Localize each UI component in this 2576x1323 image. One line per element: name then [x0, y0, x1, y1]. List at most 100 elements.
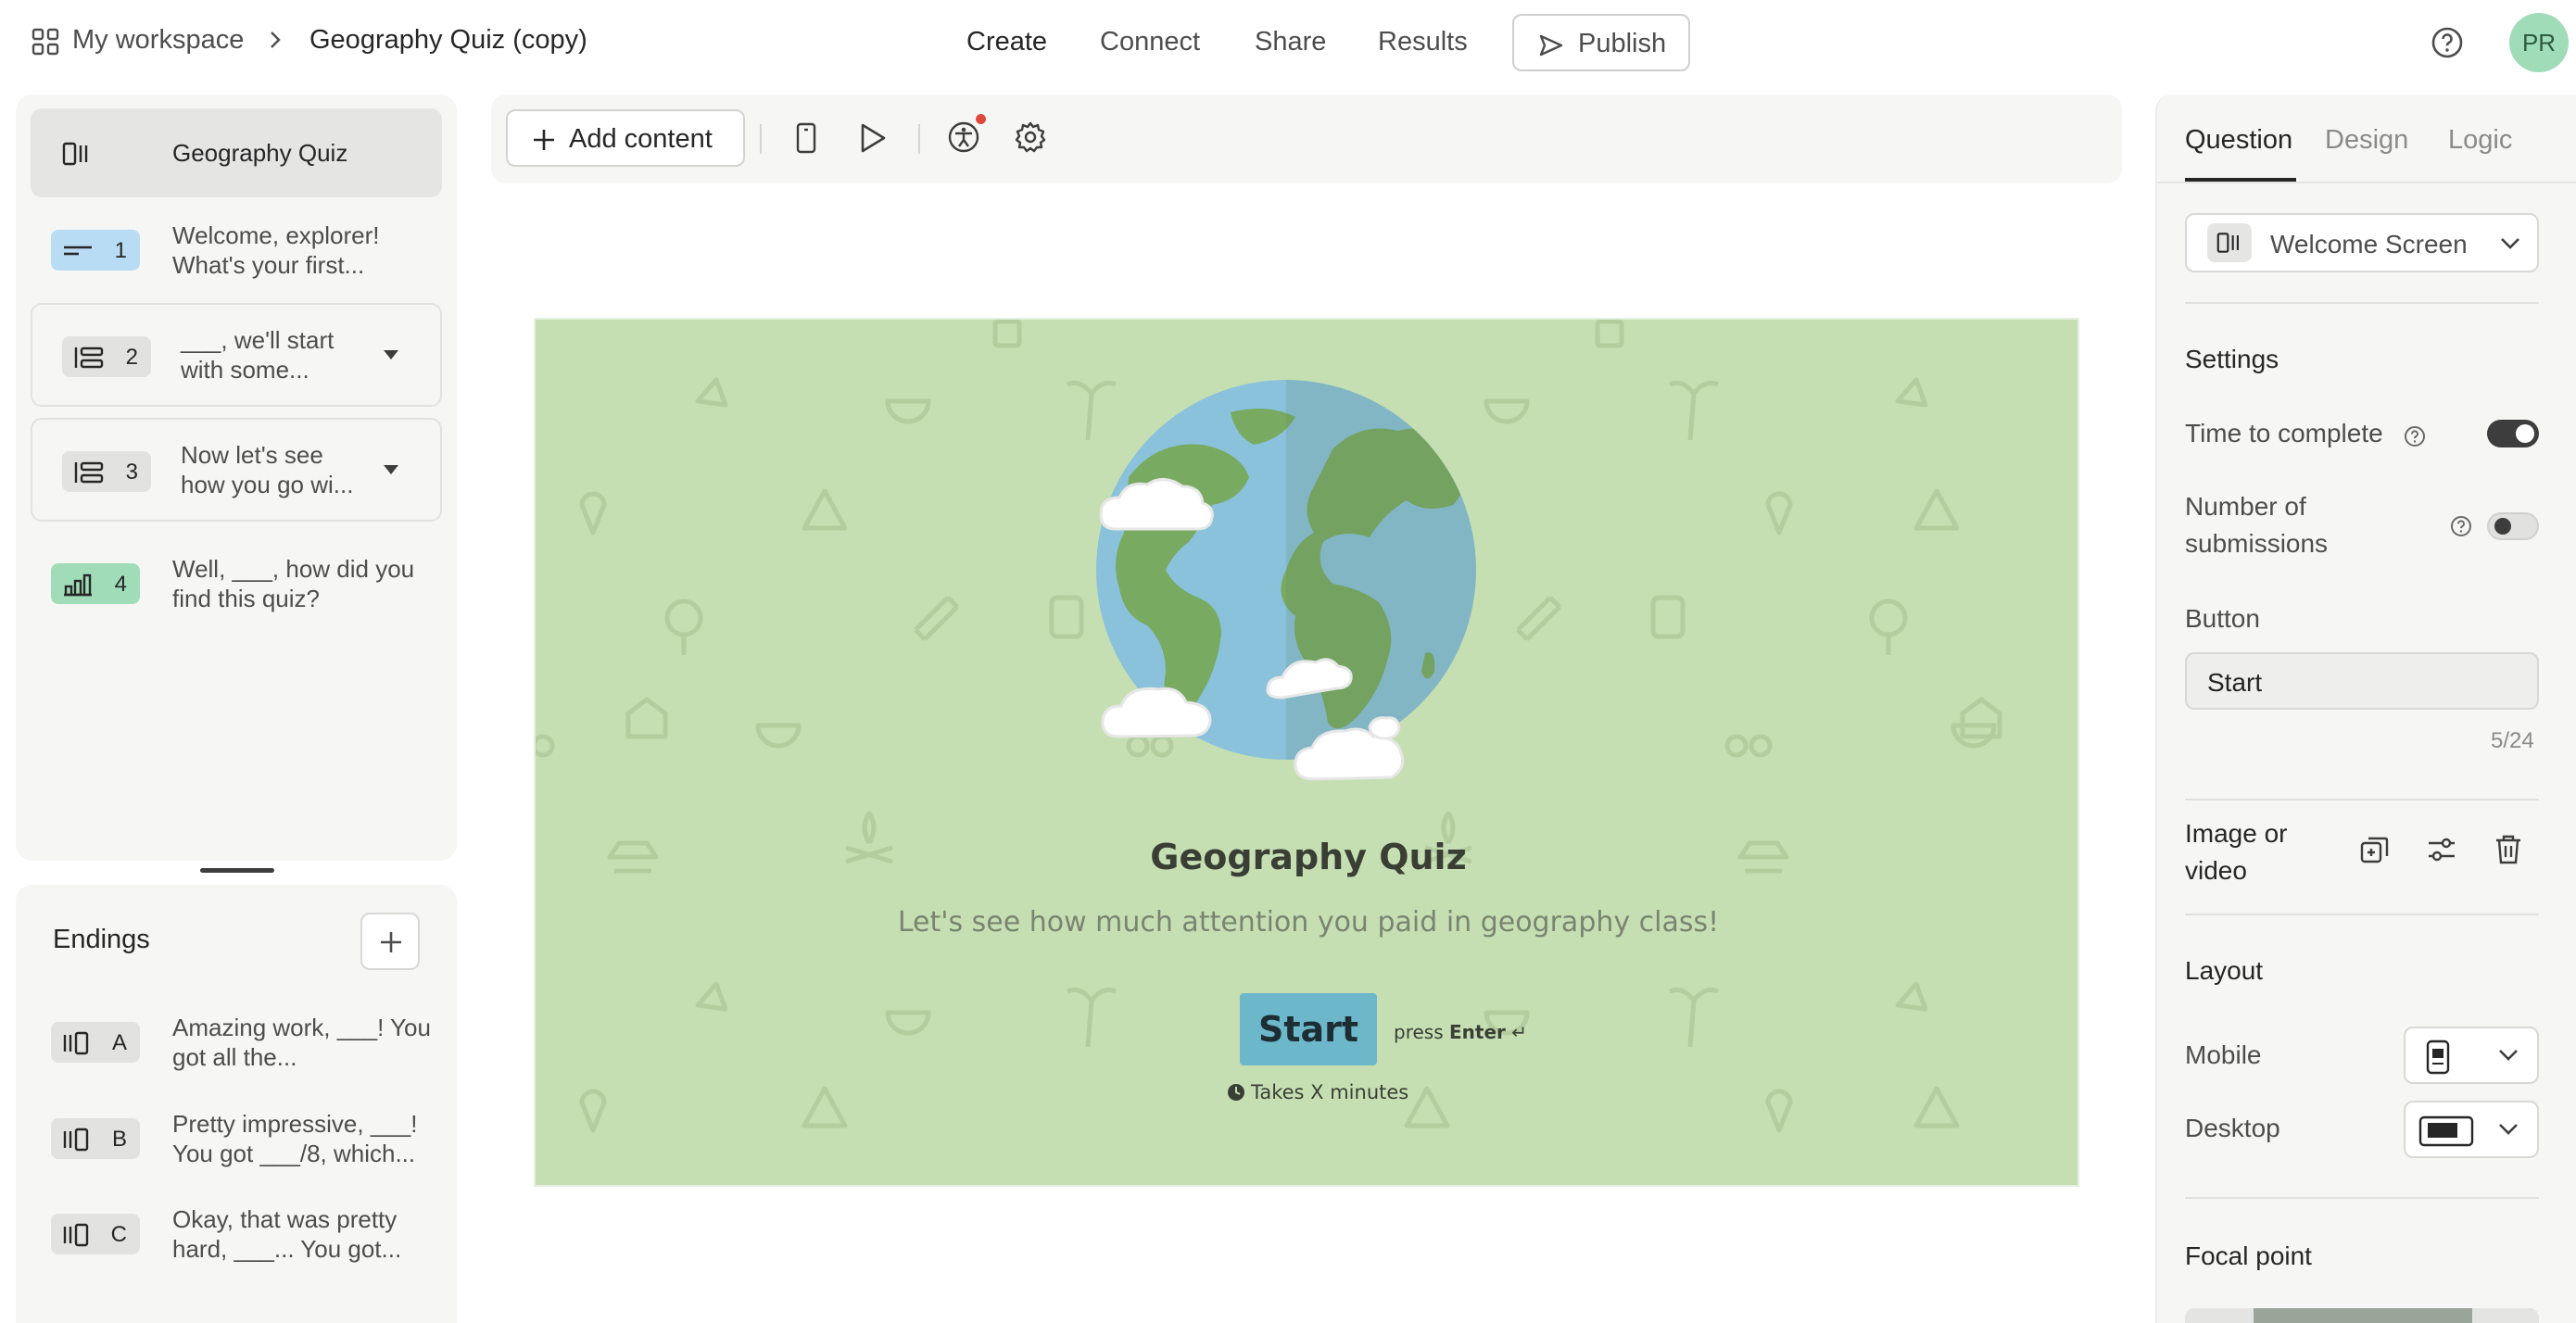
breadcrumb-form-title[interactable]: Geography Quiz (copy)	[309, 25, 587, 56]
settings-heading: Settings	[2185, 345, 2279, 373]
nav-results[interactable]: Results	[1378, 27, 1468, 57]
button-label: Button	[2185, 604, 2260, 633]
block-type-select[interactable]: Welcome Screen	[2185, 213, 2539, 272]
image-video-line2: video	[2185, 856, 2247, 885]
plus-icon	[534, 130, 554, 150]
divider	[2185, 302, 2539, 304]
play-icon[interactable]	[858, 122, 888, 154]
globe-illustration	[1092, 375, 1481, 811]
time-to-complete-text: Time to complete	[2185, 419, 2383, 447]
desktop-layout-select[interactable]	[2404, 1101, 2539, 1158]
question-number: 4	[114, 572, 127, 597]
settings-panel: Question Design Logic Welcome Screen Set…	[2155, 94, 2576, 1323]
accessibility-icon[interactable]	[947, 120, 980, 154]
info-icon[interactable]	[2450, 515, 2472, 537]
ending-badge: A	[51, 1022, 140, 1063]
trash-icon[interactable]	[2494, 834, 2522, 865]
mobile-layout-icon	[2424, 1040, 2452, 1075]
notification-dot	[976, 114, 986, 124]
button-text-value: Start	[2207, 668, 2263, 697]
welcome-subtitle[interactable]: Let's see how much attention you paid in…	[536, 906, 2077, 939]
ending-letter: C	[110, 1222, 127, 1247]
question-badge: 3	[62, 451, 151, 492]
list-item-ending-a[interactable]: A Amazing work, ___! You got all the...	[31, 1000, 442, 1089]
nav-connect[interactable]: Connect	[1100, 27, 1200, 57]
adjust-sliders-icon[interactable]	[2426, 834, 2457, 865]
toolbar-divider	[760, 124, 762, 154]
list-item-text: Okay, that was pretty hard, ___... You g…	[172, 1205, 402, 1263]
add-ending-button[interactable]	[360, 913, 420, 970]
list-item-question-2[interactable]: 2 ___, we'll start with some...	[31, 303, 442, 407]
multiple-choice-icon	[74, 346, 104, 369]
start-button[interactable]: Start	[1240, 993, 1377, 1065]
nav-create[interactable]: Create	[966, 27, 1047, 57]
list-item-text: Amazing work, ___! You got all the...	[172, 1014, 431, 1071]
block-type-label: Welcome Screen	[2270, 230, 2468, 258]
panel-resize-handle[interactable]	[200, 868, 274, 873]
welcome-title[interactable]: Geography Quiz	[536, 837, 2077, 877]
question-badge: 1	[51, 230, 140, 271]
desktop-label: Desktop	[2185, 1114, 2280, 1142]
gear-icon[interactable]	[1014, 120, 1047, 154]
form-preview-canvas[interactable]: Geography Quiz Let's see how much attent…	[534, 318, 2079, 1187]
divider	[2185, 914, 2539, 915]
welcome-screen-icon	[62, 142, 88, 166]
endings-title: Endings	[53, 925, 150, 954]
list-item-text: Now let's see how you go wi...	[181, 441, 354, 498]
takes-text: Takes X minutes	[1251, 1081, 1409, 1103]
ending-badge: B	[51, 1118, 140, 1159]
list-item-question-4[interactable]: 4 Well, ___, how did you find this quiz?	[31, 541, 442, 630]
breadcrumb-workspace[interactable]: My workspace	[72, 25, 244, 56]
editor-toolbar: Add content	[491, 94, 2122, 183]
enter-key-text: Enter	[1448, 1021, 1506, 1043]
replace-image-icon[interactable]	[2359, 834, 2391, 865]
multiple-choice-icon	[74, 461, 104, 484]
publish-button[interactable]: Publish	[1512, 14, 1690, 71]
focal-point-preview[interactable]	[2185, 1308, 2539, 1323]
list-item-ending-b[interactable]: B Pretty impressive, ___! You got ___/8,…	[31, 1096, 442, 1185]
list-item-question-1[interactable]: 1 Welcome, explorer! What's your first..…	[31, 208, 442, 296]
caret-down-icon[interactable]	[383, 349, 399, 360]
button-text-input[interactable]: Start	[2185, 652, 2539, 710]
welcome-screen-icon	[2207, 223, 2252, 262]
submissions-label-line2: submissions	[2185, 529, 2329, 558]
mobile-preview-icon[interactable]	[795, 122, 817, 154]
time-to-complete-hint: Takes X minutes	[1227, 1081, 1408, 1103]
list-item-ending-c[interactable]: C Okay, that was pretty hard, ___... You…	[31, 1191, 442, 1280]
ending-badge: C	[51, 1214, 140, 1254]
press-enter-hint: press Enter ↵	[1394, 1021, 1527, 1043]
chevron-right-icon	[269, 30, 282, 50]
question-badge: 2	[62, 336, 151, 377]
grid-icon[interactable]	[32, 28, 59, 56]
number-of-submissions-toggle[interactable]	[2487, 512, 2539, 540]
list-item-text: ___, we'll start with some...	[181, 326, 335, 384]
help-icon[interactable]	[2431, 26, 2464, 59]
list-item-text: Well, ___, how did you find this quiz?	[172, 555, 415, 612]
nav-share[interactable]: Share	[1255, 27, 1326, 57]
tab-design[interactable]: Design	[2325, 125, 2408, 156]
info-icon[interactable]	[2404, 425, 2426, 447]
character-counter: 5/24	[2491, 728, 2534, 753]
ending-screen-icon	[63, 1128, 89, 1152]
list-item-text: Pretty impressive, ___! You got ___/8, w…	[172, 1110, 418, 1167]
rating-bars-icon	[64, 573, 92, 597]
list-item-question-3[interactable]: 3 Now let's see how you go wi...	[31, 418, 442, 522]
tab-question[interactable]: Question	[2185, 125, 2292, 156]
avatar[interactable]: PR	[2509, 13, 2569, 72]
question-number: 2	[125, 345, 138, 370]
image-video-line1: Image or	[2185, 819, 2288, 848]
add-content-label: Add content	[569, 124, 713, 154]
caret-down-icon[interactable]	[383, 464, 399, 475]
press-text: press	[1394, 1021, 1444, 1043]
time-to-complete-toggle[interactable]	[2487, 420, 2539, 447]
list-item-welcome[interactable]: Geography Quiz	[31, 108, 442, 197]
question-number: 3	[125, 460, 138, 485]
layout-heading: Layout	[2185, 956, 2264, 985]
endings-panel: Endings A Amazing work, ___! You got all…	[16, 885, 457, 1323]
focal-preview-image	[2254, 1308, 2472, 1323]
list-item-text: Geography Quiz	[172, 139, 348, 167]
tab-logic[interactable]: Logic	[2448, 125, 2512, 156]
mobile-layout-select[interactable]	[2404, 1027, 2539, 1084]
ending-screen-icon	[63, 1031, 89, 1055]
add-content-button[interactable]: Add content	[506, 109, 745, 167]
